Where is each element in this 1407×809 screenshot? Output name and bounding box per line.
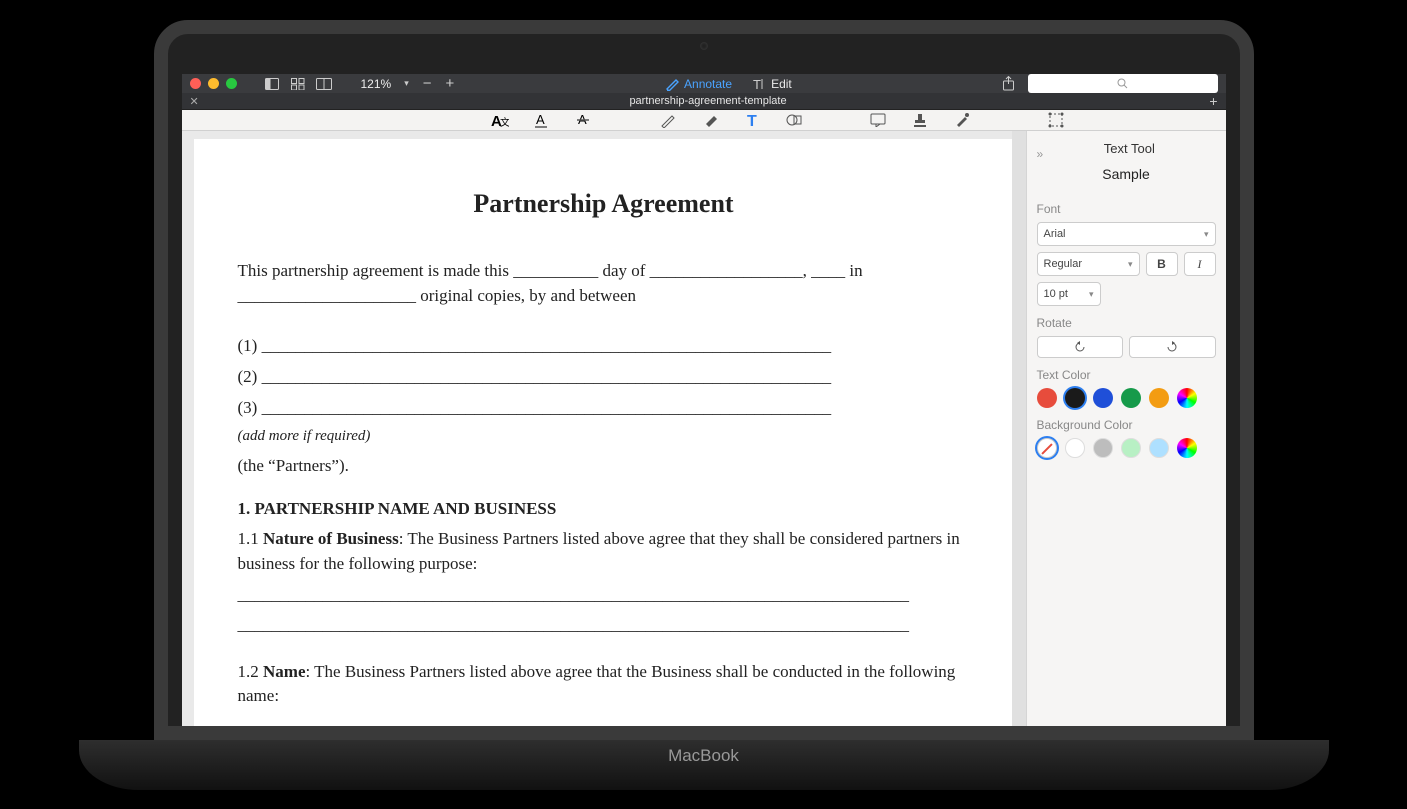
rotate-ccw-icon (1073, 340, 1087, 354)
svg-text:T: T (747, 113, 757, 128)
font-family-select[interactable]: Arial▾ (1037, 222, 1216, 246)
text-color-swatch[interactable] (1149, 388, 1169, 408)
edit-mode-button[interactable]: T Edit (752, 77, 792, 91)
close-window-button[interactable] (190, 78, 201, 89)
eraser-tool-icon[interactable] (700, 110, 720, 130)
camera-dot (700, 42, 708, 50)
rotate-cw-icon (1165, 340, 1179, 354)
doc-add-more: (add more if required) (238, 426, 970, 448)
svg-text:文: 文 (500, 116, 509, 128)
font-size-select[interactable]: 10 pt▾ (1037, 282, 1101, 306)
doc-intro: This partnership agreement is made this … (238, 259, 970, 308)
macbook-label: MacBook (668, 746, 739, 790)
pencil-tool-icon[interactable] (658, 110, 678, 130)
annotate-mode-label: Annotate (684, 77, 732, 91)
doc-1-2: 1.2 Name: The Business Partners listed a… (238, 660, 970, 709)
app-window: 121% ▾ − + Annotate T Edit (182, 74, 1226, 726)
svg-text:T: T (753, 77, 761, 91)
editor-toolbar: A文 A A T (182, 110, 1226, 131)
collapse-inspector-icon[interactable]: » (1037, 147, 1044, 161)
share-icon[interactable] (1000, 75, 1018, 93)
bg-color-swatch[interactable] (1065, 438, 1085, 458)
search-input[interactable] (1028, 74, 1218, 93)
chevron-down-icon: ▾ (1128, 259, 1133, 270)
doc-blank-b: ________________________________________… (238, 613, 970, 638)
chevron-down-icon: ▾ (1089, 289, 1094, 300)
macbook-frame: 121% ▾ − + Annotate T Edit (119, 20, 1289, 790)
shape-tool-icon[interactable] (784, 110, 804, 130)
fullscreen-window-button[interactable] (226, 78, 237, 89)
layout-toggle-icon[interactable] (315, 75, 333, 93)
text-color-swatch[interactable] (1065, 388, 1085, 408)
titlebar: 121% ▾ − + Annotate T Edit (182, 74, 1226, 93)
svg-text:A: A (536, 112, 545, 127)
bg-color-picker-icon[interactable] (1177, 438, 1197, 458)
font-tool-icon[interactable]: A文 (490, 110, 510, 130)
italic-toggle[interactable]: I (1184, 252, 1216, 276)
inspector-title: Text Tool (1043, 141, 1215, 156)
bg-color-swatch[interactable] (1149, 438, 1169, 458)
tab-bar: ✕ partnership-agreement-template + (182, 93, 1226, 110)
note-tool-icon[interactable] (868, 110, 888, 130)
text-sample: Sample (1037, 166, 1216, 182)
text-color-picker-icon[interactable] (1177, 388, 1197, 408)
strike-tool-icon[interactable]: A (574, 110, 594, 130)
screen-bezel: 121% ▾ − + Annotate T Edit (154, 20, 1254, 740)
sidebar-toggle-icon[interactable] (263, 75, 281, 93)
eyedropper-tool-icon[interactable] (952, 110, 972, 130)
document-viewport[interactable]: Partnership Agreement This partnership a… (182, 131, 1026, 740)
bold-toggle[interactable]: B (1146, 252, 1178, 276)
doc-blank-a: ________________________________________… (238, 583, 970, 608)
document-page: Partnership Agreement This partnership a… (194, 139, 1014, 740)
thumbnails-toggle-icon[interactable] (289, 75, 307, 93)
annotate-mode-button[interactable]: Annotate (665, 77, 732, 91)
zoom-out-button[interactable]: − (420, 75, 435, 92)
underline-tool-icon[interactable]: A (532, 110, 552, 130)
tab-close-icon[interactable]: ✕ (190, 95, 199, 108)
rotate-label: Rotate (1037, 316, 1216, 330)
search-icon (1117, 78, 1128, 89)
doc-party-2: (2) ____________________________________… (238, 365, 970, 390)
window-controls (190, 78, 237, 89)
font-weight-select[interactable]: Regular▾ (1037, 252, 1140, 276)
zoom-in-button[interactable]: + (443, 75, 458, 92)
macbook-base: MacBook (79, 740, 1329, 790)
text-color-label: Text Color (1037, 368, 1216, 382)
bg-color-swatches (1037, 438, 1216, 458)
edit-mode-label: Edit (771, 77, 792, 91)
stamp-tool-icon[interactable] (910, 110, 930, 130)
doc-1-1: 1.1 Nature of Business: The Business Par… (238, 527, 970, 576)
content-area: Partnership Agreement This partnership a… (182, 131, 1226, 740)
new-tab-button[interactable]: + (1209, 93, 1217, 109)
rotate-ccw-button[interactable] (1037, 336, 1124, 358)
doc-party-3: (3) ____________________________________… (238, 396, 970, 421)
text-color-swatches (1037, 388, 1216, 408)
chevron-down-icon: ▾ (1204, 229, 1209, 240)
text-color-swatch[interactable] (1037, 388, 1057, 408)
bg-color-swatch[interactable] (1093, 438, 1113, 458)
minimize-window-button[interactable] (208, 78, 219, 89)
bg-color-none[interactable] (1037, 438, 1057, 458)
zoom-level[interactable]: 121% (359, 77, 394, 91)
bg-color-swatch[interactable] (1121, 438, 1141, 458)
text-tool-icon[interactable]: T (742, 110, 762, 130)
text-color-swatch[interactable] (1093, 388, 1113, 408)
tab-title[interactable]: partnership-agreement-template (207, 95, 1210, 107)
doc-title: Partnership Agreement (238, 189, 970, 219)
selection-tool-icon[interactable] (1046, 110, 1066, 130)
inspector-panel: » Text Tool Sample Font Arial▾ Regular▾ … (1026, 131, 1226, 740)
bg-color-label: Background Color (1037, 418, 1216, 432)
doc-party-1: (1) ____________________________________… (238, 334, 970, 359)
text-color-swatch[interactable] (1121, 388, 1141, 408)
rotate-cw-button[interactable] (1129, 336, 1216, 358)
zoom-dropdown-icon[interactable]: ▾ (401, 78, 412, 89)
font-label: Font (1037, 202, 1216, 216)
doc-section-1-head: 1. PARTNERSHIP NAME AND BUSINESS (238, 497, 970, 522)
doc-partners: (the “Partners”). (238, 454, 970, 479)
